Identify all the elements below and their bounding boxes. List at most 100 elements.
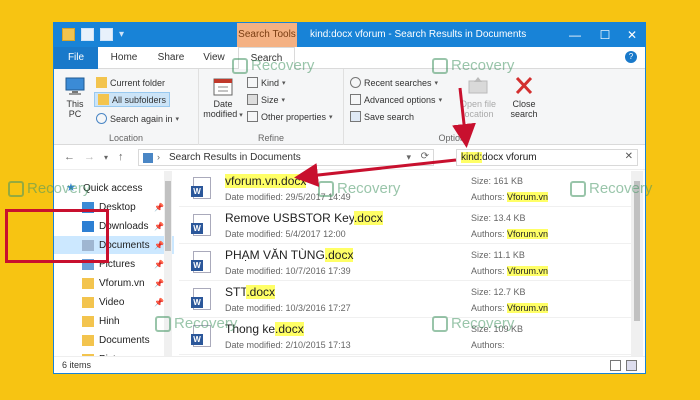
result-row[interactable]: W Thong ke.docx Date modified: 2/10/2015 1… bbox=[179, 319, 631, 355]
date-modified-button[interactable]: Date modified ▾ bbox=[203, 75, 243, 121]
current-folder-label: Current folder bbox=[110, 77, 166, 88]
watermark-text: Recovery bbox=[451, 315, 515, 332]
folder-icon bbox=[82, 296, 94, 308]
window-title: kind:docx vforum - Search Results in Doc… bbox=[310, 29, 527, 40]
watermark-logo-icon bbox=[432, 57, 448, 74]
recent-icon bbox=[350, 77, 361, 88]
dropdown-arrow-icon: ▾ bbox=[438, 96, 443, 104]
size-value: 12.7 KB bbox=[493, 287, 526, 297]
save-search-button[interactable]: Save search bbox=[350, 109, 414, 124]
authors-key: Authors: bbox=[471, 303, 505, 313]
date-modified-label: Date modified bbox=[203, 99, 238, 119]
result-row[interactable]: W Remove USBSTOR Key.docx Date modified: 5… bbox=[179, 208, 631, 244]
results-scrollbar-thumb[interactable] bbox=[634, 181, 640, 321]
nav-item-label: Vforum.vn bbox=[99, 277, 145, 289]
word-document-icon: W bbox=[191, 251, 211, 273]
up-arrow-icon[interactable]: ↑ bbox=[118, 151, 124, 163]
maximize-button[interactable]: ☐ bbox=[590, 23, 620, 47]
help-icon[interactable]: ? bbox=[625, 51, 637, 63]
refine-group: Date modified ▾ Kind ▾ Size ▾ Other prop… bbox=[199, 69, 344, 145]
pin-icon: 📌 bbox=[154, 259, 164, 269]
properties-icon[interactable] bbox=[81, 28, 94, 41]
result-authors: Authors: Vforum.vn bbox=[471, 303, 549, 313]
recent-searches-button[interactable]: Recent searches ▾ bbox=[350, 75, 438, 90]
kind-button[interactable]: Kind ▾ bbox=[247, 75, 286, 90]
close-search-button[interactable]: Close search bbox=[506, 75, 542, 119]
folder-icon bbox=[82, 277, 94, 289]
large-icons-view-icon[interactable] bbox=[626, 360, 637, 371]
search-input[interactable]: kind:docx vforum ✕ bbox=[456, 149, 638, 166]
quick-access-toolbar: ▾ bbox=[62, 28, 124, 41]
date-modified-key: Date modified: bbox=[225, 192, 284, 202]
path-dropdown-icon[interactable]: ▾ bbox=[406, 152, 411, 163]
result-base-name: STT bbox=[225, 285, 247, 299]
breadcrumb-chevron-icon: › bbox=[157, 152, 160, 162]
close-search-label: Close search bbox=[510, 99, 538, 119]
pin-icon: 📌 bbox=[154, 297, 164, 307]
watermark-text: Recovery bbox=[337, 180, 401, 197]
search-again-in-label: Search again in bbox=[110, 113, 173, 124]
size-label: Size bbox=[261, 94, 279, 105]
result-base-name: PHẠM VĂN TÙNG bbox=[225, 248, 325, 262]
nav-item-vforum-vn[interactable]: Vforum.vn 📌 bbox=[54, 274, 174, 292]
result-authors: Authors: Vforum.vn bbox=[471, 192, 549, 202]
result-base-name: vforum.vn bbox=[225, 174, 278, 188]
result-file-name: Remove USBSTOR Key.docx bbox=[225, 211, 383, 225]
tab-share[interactable]: Share bbox=[152, 47, 190, 69]
watermark-logo-icon bbox=[232, 57, 248, 74]
date-value: 5/4/2017 12:00 bbox=[285, 229, 346, 239]
result-row[interactable]: Wvforum.vn.docx Date modified: 29/5/2017 … bbox=[179, 171, 631, 207]
ribbon-tabs: File Home Share View Search ? bbox=[54, 47, 645, 70]
address-bar[interactable]: › Search Results in Documents ▾ ⟳ bbox=[138, 149, 434, 166]
location-group: This PC Current folder All subfolders Se… bbox=[54, 69, 199, 145]
result-row[interactable]: W STT.docx Date modified: 10/3/2016 17:27 S… bbox=[179, 282, 631, 318]
size-icon bbox=[247, 94, 258, 105]
tab-view[interactable]: View bbox=[196, 47, 232, 69]
search-icon bbox=[96, 113, 107, 124]
watermark-logo-icon bbox=[155, 315, 171, 332]
results-scrollbar[interactable] bbox=[631, 171, 643, 356]
folder-icon[interactable] bbox=[62, 28, 75, 41]
close-button[interactable]: ✕ bbox=[617, 23, 645, 47]
qat-dropdown-icon[interactable]: ▾ bbox=[119, 29, 124, 40]
tab-home[interactable]: Home bbox=[104, 47, 144, 69]
minimize-button[interactable]: — bbox=[560, 23, 590, 47]
advanced-options-button[interactable]: Advanced options ▾ bbox=[350, 92, 442, 107]
recovery-watermark: Recovery bbox=[570, 180, 652, 197]
back-arrow-icon[interactable]: ← bbox=[64, 151, 75, 163]
nav-item-documents[interactable]: Documents bbox=[54, 331, 174, 349]
forward-arrow-icon[interactable]: → bbox=[84, 151, 95, 163]
all-subfolders-button[interactable]: All subfolders bbox=[94, 92, 171, 107]
watermark-logo-icon bbox=[8, 180, 24, 197]
current-folder-button[interactable]: Current folder bbox=[96, 75, 165, 90]
dropdown-arrow-icon: ▾ bbox=[282, 79, 286, 87]
size-button[interactable]: Size ▾ bbox=[247, 92, 285, 107]
tab-file[interactable]: File bbox=[54, 47, 98, 69]
save-search-label: Save search bbox=[364, 111, 415, 122]
search-again-in-button[interactable]: Search again in ▾ bbox=[96, 111, 179, 126]
authors-value: Vforum.vn bbox=[507, 229, 549, 239]
search-results-icon bbox=[143, 153, 153, 163]
recovery-watermark: Recovery bbox=[432, 57, 514, 74]
date-modified-key: Date modified: bbox=[225, 229, 284, 239]
other-properties-button[interactable]: Other properties ▾ bbox=[247, 109, 333, 124]
result-authors: Authors: bbox=[471, 340, 505, 350]
clear-search-icon[interactable]: ✕ bbox=[625, 151, 633, 162]
nav-scrollbar-thumb[interactable] bbox=[165, 181, 171, 251]
calendar-icon bbox=[213, 78, 233, 96]
date-modified-key: Date modified: bbox=[225, 266, 284, 276]
open-file-location-label: Open file location bbox=[459, 99, 497, 119]
dropdown-arrow-icon: ▾ bbox=[281, 96, 286, 104]
new-folder-icon[interactable] bbox=[100, 28, 113, 41]
recent-locations-chevron-icon[interactable]: ▾ bbox=[104, 153, 108, 162]
nav-item-label: Hinh bbox=[99, 315, 120, 327]
refresh-icon[interactable]: ⟳ bbox=[421, 151, 429, 162]
details-view-icon[interactable] bbox=[610, 360, 621, 371]
result-row[interactable]: W PHẠM VĂN TÙNG.docx Date modified: 10/7/2… bbox=[179, 245, 631, 281]
word-logo-icon: W bbox=[191, 223, 203, 234]
search-kind-prefix: kind: bbox=[461, 152, 483, 163]
nav-item-label: Documents bbox=[99, 334, 150, 346]
this-pc-button[interactable]: This PC bbox=[60, 75, 90, 119]
open-file-location-button[interactable]: Open file location bbox=[454, 75, 502, 119]
nav-item-video[interactable]: Video 📌 bbox=[54, 293, 174, 311]
